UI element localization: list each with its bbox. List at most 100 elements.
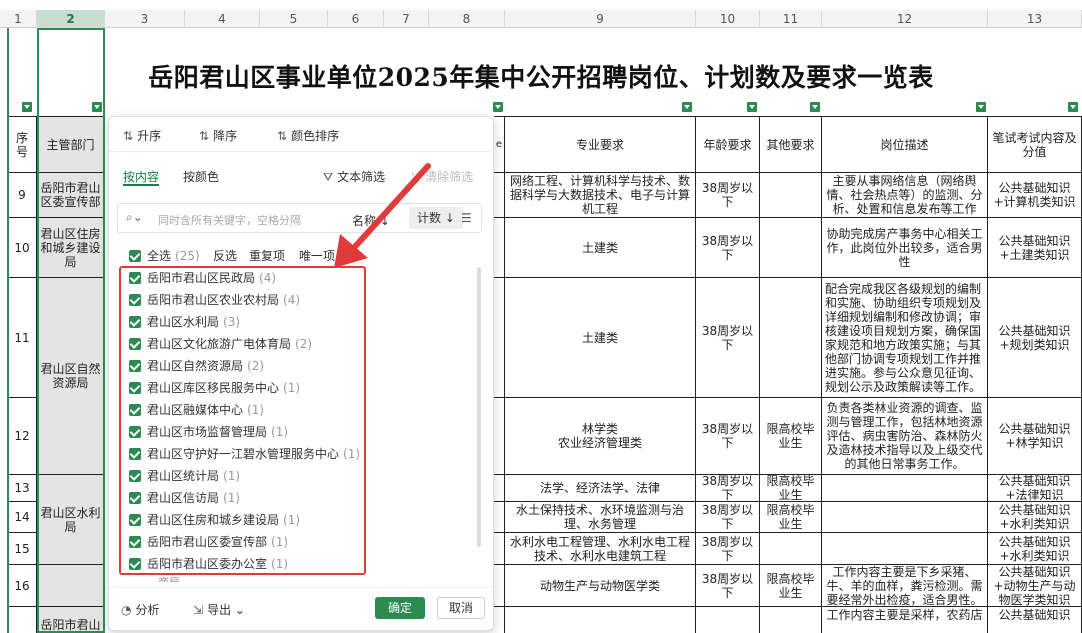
filter-dropdown-8[interactable] (493, 102, 503, 112)
row-16-partial (494, 565, 505, 607)
analyze-button[interactable]: ◔ 分析 (121, 601, 160, 618)
list-item[interactable]: 君山区守护好一江碧水管理服务中心 (1) (129, 445, 360, 462)
row-12-seq: 12 (7, 398, 37, 475)
row-10-dept: 君山区住房和城乡建设局 (37, 218, 105, 278)
row-13-seq: 13 (7, 475, 37, 502)
export-button[interactable]: ⇲ 导出 ⌄ (193, 601, 245, 618)
list-item[interactable]: 君山区水利局 (3) (129, 313, 240, 330)
row-11-seq: 11 (7, 278, 37, 398)
sort-asc-button[interactable]: ⇅ 升序 (123, 127, 161, 144)
column-header-8[interactable]: 8 (429, 10, 505, 28)
sort-desc-label: 降序 (213, 129, 238, 143)
row-13-age: 38周岁以下 (696, 475, 760, 502)
column-header-13[interactable]: 13 (988, 10, 1082, 28)
tab-by-color[interactable]: 按颜色 (183, 168, 219, 185)
item-label: 君山区库区移民服务中心 (147, 381, 280, 395)
item-checkbox[interactable] (129, 536, 141, 548)
list-item[interactable]: 岳阳市君山区委办公室 (1) (129, 555, 288, 572)
column-header-4[interactable]: 4 (185, 10, 260, 28)
item-count: (1) (223, 469, 241, 483)
list-item[interactable]: 岳阳市君山区委宣传部 (1) (129, 533, 288, 550)
list-item-partial[interactable]: …商局 (147, 574, 180, 582)
row-9-exam: 公共基础知识+计算机类知识 (988, 173, 1082, 218)
list-item[interactable]: 岳阳市君山区农业农村局 (4) (129, 291, 300, 308)
sort-asc-icon: ⇅ (123, 129, 134, 143)
item-checkbox[interactable] (129, 448, 141, 460)
item-checkbox[interactable] (129, 514, 141, 526)
list-item[interactable]: 君山区统计局 (1) (129, 467, 240, 484)
list-item[interactable]: 君山区市场监督管理局 (1) (129, 423, 288, 440)
header-dept: 主管部门 (37, 116, 105, 173)
column-header-1[interactable]: 1 (0, 10, 37, 28)
search-input[interactable]: 同时含所有关键字，空格分隔 (158, 212, 301, 228)
filter-dropdown-9[interactable] (682, 102, 692, 112)
list-item[interactable]: 君山区库区移民服务中心 (1) (129, 379, 300, 396)
column-header-12[interactable]: 12 (822, 10, 988, 28)
filter-dropdown-13[interactable] (1068, 102, 1078, 112)
list-scrollbar[interactable] (477, 267, 481, 547)
invert-button[interactable]: 反选 (213, 247, 237, 264)
item-checkbox[interactable] (129, 382, 141, 394)
row-9-seq: 9 (7, 173, 37, 218)
item-checkbox[interactable] (129, 470, 141, 482)
item-label: 君山区融媒体中心 (147, 403, 244, 417)
row-13-exam: 公共基础知识+法律知识 (988, 475, 1082, 502)
row-11-desc: 配合完成我区各级规划的编制和实施、协助组织专项规划及详细规划编制和修改协调；审核… (822, 278, 988, 398)
item-label: 岳阳市君山区民政局 (147, 271, 256, 285)
row-10-exam: 公共基础知识+土建类知识 (988, 218, 1082, 278)
item-count: (2) (295, 337, 313, 351)
row-13-partial (494, 475, 505, 502)
sort-color-button[interactable]: ⇅ 颜色排序 (277, 127, 339, 144)
item-checkbox[interactable] (129, 404, 141, 416)
select-all-checkbox[interactable] (129, 250, 141, 262)
list-item[interactable]: 君山区住房和城乡建设局 (1) (129, 511, 300, 528)
list-item[interactable]: 君山区信访局 (1) (129, 489, 240, 506)
row-15-desc (822, 533, 988, 565)
item-checkbox[interactable] (129, 360, 141, 372)
sort-desc-button[interactable]: ⇅ 降序 (199, 127, 237, 144)
filter-dropdown-12[interactable] (976, 102, 986, 112)
item-checkbox[interactable] (129, 492, 141, 504)
item-checkbox[interactable] (129, 338, 141, 350)
column-header-3[interactable]: 3 (105, 10, 185, 28)
filter-dropdown-11[interactable] (810, 102, 820, 112)
ok-button[interactable]: 确定 (375, 597, 425, 619)
column-header-7[interactable]: 7 (384, 10, 429, 28)
row-12-major: 林学类 农业经济管理类 (505, 398, 696, 475)
column-header-6[interactable]: 6 (328, 10, 384, 28)
item-checkbox[interactable] (129, 294, 141, 306)
tab-by-content[interactable]: 按内容 (123, 168, 159, 185)
selection-edge (7, 28, 9, 633)
tab-indicator (123, 184, 159, 186)
column-header-11[interactable]: 11 (760, 10, 822, 28)
row-17-other (760, 607, 822, 633)
column-header-10[interactable]: 10 (696, 10, 760, 28)
row-15-major: 水利水电工程管理、水利水电工程技术、水利水电建筑工程 (505, 533, 696, 565)
row-17-exam: 公共基础知识 (988, 607, 1082, 633)
column-header-9[interactable]: 9 (505, 10, 696, 28)
settings-icon[interactable]: ☰ (461, 211, 472, 225)
item-checkbox[interactable] (129, 558, 141, 570)
row-13-desc (822, 475, 988, 502)
item-count: (1) (283, 381, 301, 395)
filter-dropdown-2[interactable] (92, 102, 102, 112)
list-item[interactable]: 君山区自然资源局 (2) (129, 357, 264, 374)
item-checkbox[interactable] (129, 426, 141, 438)
row-12-other: 限高校毕业生 (760, 398, 822, 475)
select-all-row[interactable]: 全选 (25) (129, 247, 200, 264)
filter-dropdown-10[interactable] (747, 102, 757, 112)
item-checkbox[interactable] (129, 316, 141, 328)
row-14-seq: 14 (7, 502, 37, 533)
filter-dropdown-1[interactable] (22, 102, 32, 112)
list-item[interactable]: 岳阳市君山区民政局 (4) (129, 269, 276, 286)
item-checkbox[interactable] (129, 272, 141, 284)
row-15-age: 38周岁以下 (696, 533, 760, 565)
sort-color-icon: ⇅ (277, 129, 288, 143)
column-header-2[interactable]: 2 (37, 10, 105, 28)
column-header-5[interactable]: 5 (260, 10, 328, 28)
list-item[interactable]: 君山区融媒体中心 (1) (129, 401, 264, 418)
row-9-other (760, 173, 822, 218)
duplicates-button[interactable]: 重复项 (249, 247, 285, 264)
list-item[interactable]: 君山区文化旅游广电体育局 (2) (129, 335, 312, 352)
cancel-button[interactable]: 取消 (437, 597, 485, 619)
